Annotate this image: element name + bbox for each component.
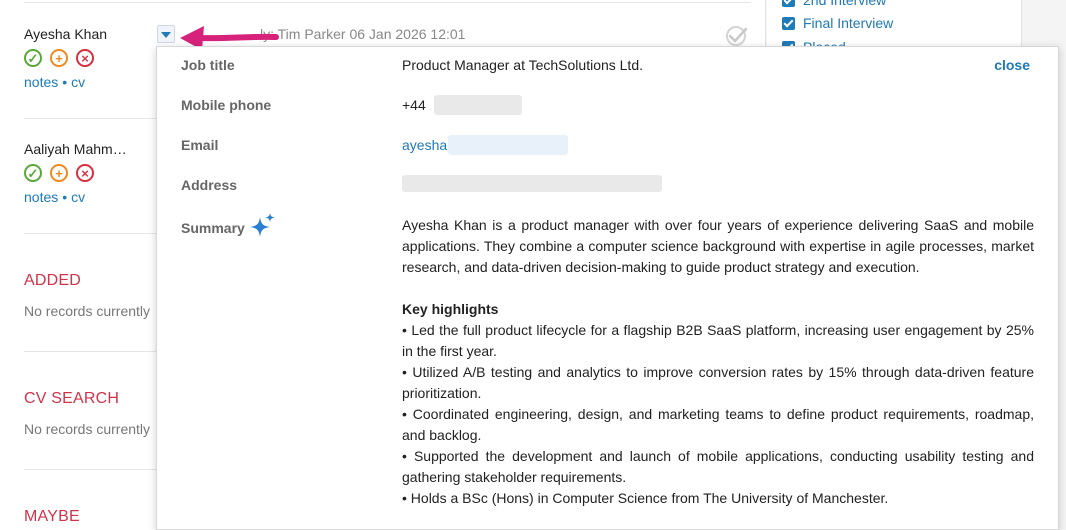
caret-down-icon	[161, 32, 171, 38]
reject-x-icon[interactable]: ×	[76, 49, 94, 67]
checkbox-checked-icon[interactable]	[782, 0, 795, 7]
close-button[interactable]: close	[994, 57, 1030, 73]
address-label: Address	[181, 177, 238, 193]
key-highlights-heading: Key highlights	[402, 301, 499, 317]
email-label: Email	[181, 137, 219, 153]
candidate-actions: ✓ + ×	[24, 49, 94, 67]
moved-by-text: ly: Tim Parker 06 Jan 2026 12:01	[260, 26, 466, 42]
summary-label: Summary	[181, 220, 245, 236]
stage-filter-item[interactable]: Final Interview	[782, 15, 893, 31]
divider	[24, 351, 157, 352]
section-title-cv-search: CV SEARCH	[24, 390, 120, 407]
section-empty-text: No records currently	[24, 303, 151, 319]
candidate-name[interactable]: Ayesha Khan	[24, 26, 107, 42]
candidate-name[interactable]: Aaliyah Mahm…	[24, 141, 127, 157]
link-separator: •	[62, 74, 68, 90]
candidate-details-popup: close Job title Product Manager at TechS…	[156, 46, 1059, 530]
candidate-dropdown-button[interactable]	[157, 25, 175, 43]
candidate-links: notes • cv	[24, 74, 85, 90]
redacted-phone	[434, 95, 522, 115]
divider	[24, 469, 157, 470]
cv-link[interactable]: cv	[71, 189, 85, 205]
mobile-phone-value: +44	[402, 97, 426, 113]
divider	[24, 118, 157, 119]
job-title-value: Product Manager at TechSolutions Ltd.	[402, 57, 644, 73]
redacted-email	[448, 135, 568, 155]
cv-link[interactable]: cv	[71, 74, 85, 90]
highlight-item: • Coordinated engineering, design, and m…	[402, 406, 1034, 443]
add-plus-icon[interactable]: +	[50, 164, 68, 182]
highlight-item: • Supported the development and launch o…	[402, 448, 1034, 485]
redacted-address	[402, 175, 662, 192]
highlight-item: • Holds a BSc (Hons) in Computer Science…	[402, 490, 889, 506]
checkbox-checked-icon[interactable]	[782, 16, 795, 30]
stage-label: 2nd Interview	[803, 0, 887, 8]
notes-link[interactable]: notes	[24, 189, 58, 205]
section-empty-text: No records currently	[24, 421, 151, 437]
email-value[interactable]: ayesha	[402, 137, 447, 153]
approve-check-icon[interactable]: ✓	[24, 164, 42, 182]
candidate-actions: ✓ + ×	[24, 164, 94, 182]
check-icon	[726, 26, 748, 46]
reject-x-icon[interactable]: ×	[76, 164, 94, 182]
add-plus-icon[interactable]: +	[50, 49, 68, 67]
highlight-item: • Led the full product lifecycle for a f…	[402, 322, 1034, 359]
link-separator: •	[62, 189, 68, 205]
section-title-added: ADDED	[24, 272, 82, 289]
job-title-label: Job title	[181, 57, 235, 73]
divider	[24, 233, 157, 234]
stage-label: Final Interview	[803, 15, 894, 31]
stage-filter-item[interactable]: 2nd Interview	[782, 0, 886, 8]
section-title-maybe: MAYBE	[24, 508, 80, 525]
approve-check-icon[interactable]: ✓	[24, 49, 42, 67]
summary-text: Ayesha Khan is a product manager with ov…	[402, 215, 1034, 509]
highlight-item: • Utilized A/B testing and analytics to …	[402, 364, 1034, 401]
notes-link[interactable]: notes	[24, 74, 58, 90]
sparkle-icon	[250, 213, 275, 237]
summary-intro: Ayesha Khan is a product manager with ov…	[402, 217, 1034, 275]
candidate-links: notes • cv	[24, 189, 85, 205]
mobile-phone-label: Mobile phone	[181, 97, 272, 113]
divider	[24, 2, 751, 3]
